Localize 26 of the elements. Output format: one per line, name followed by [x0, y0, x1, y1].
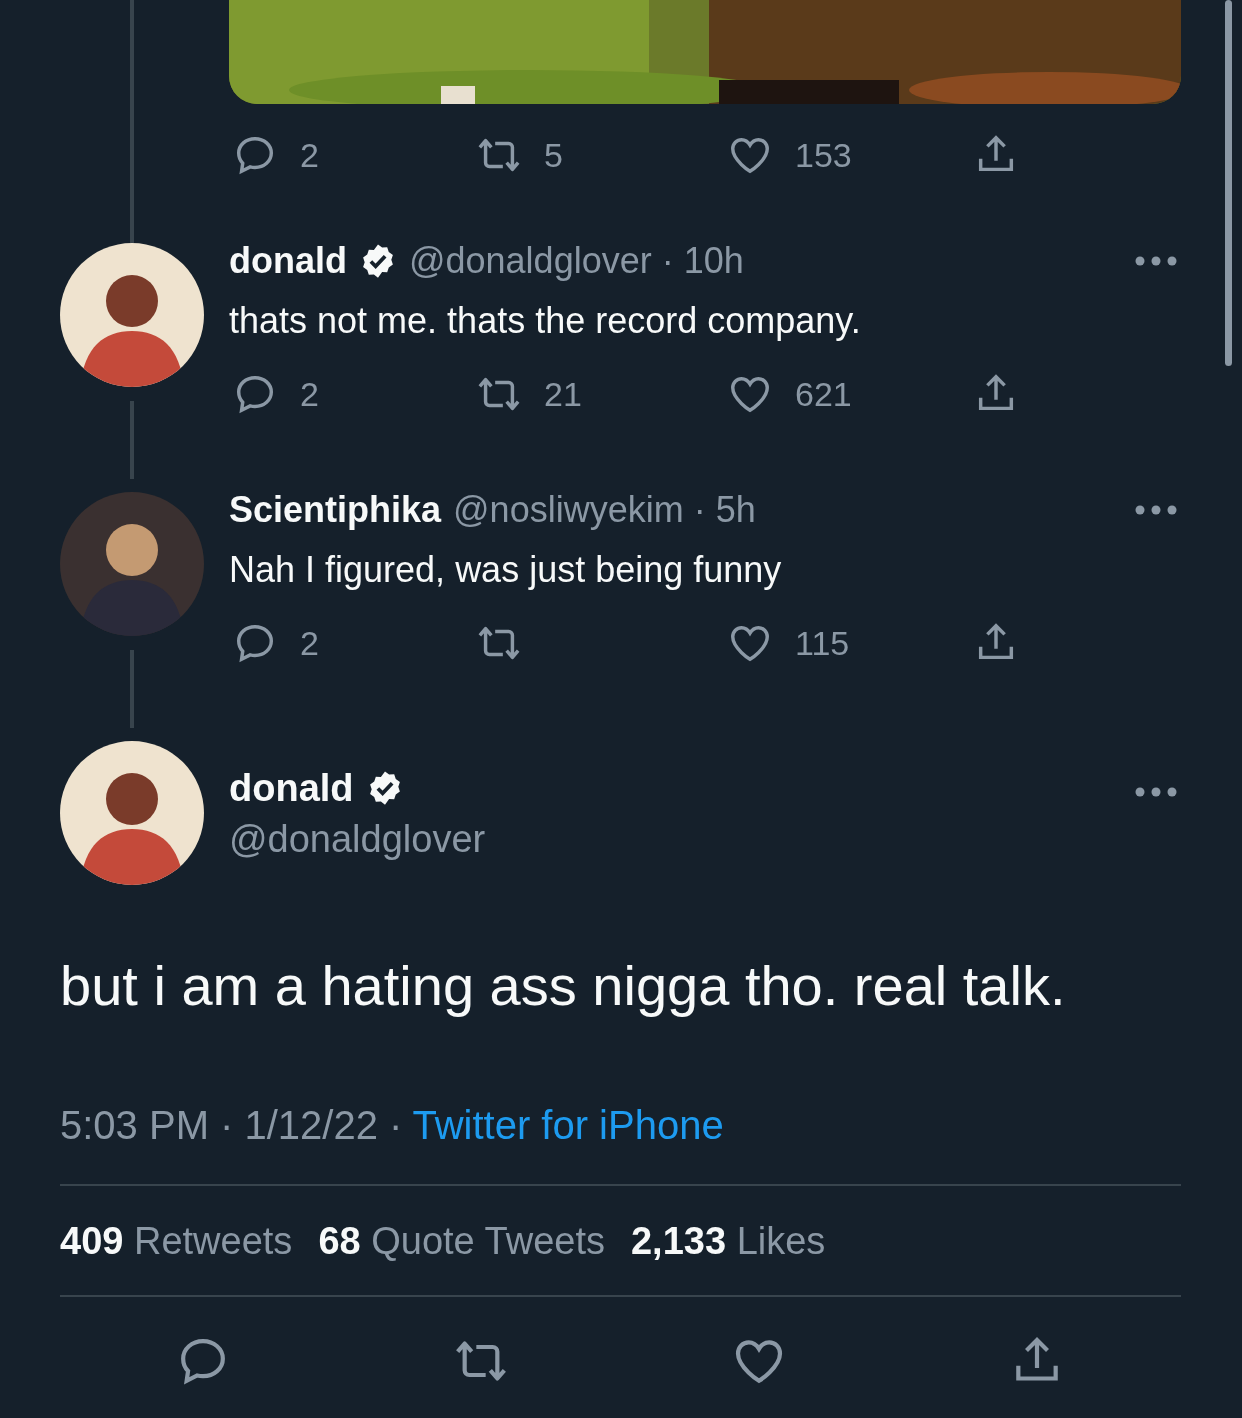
stat-count[interactable]: 2,133 Likes: [631, 1216, 826, 1266]
more-icon[interactable]: [1135, 787, 1177, 797]
reply-count: 2: [300, 623, 319, 663]
tweet-text: thats not me. thats the record company.: [229, 299, 862, 343]
source-link[interactable]: Twitter for iPhone: [412, 1100, 724, 1150]
user-name[interactable]: donald: [229, 240, 347, 282]
reply-count: 2: [300, 374, 319, 414]
retweet-count: 5: [544, 135, 563, 175]
like-count: 153: [795, 135, 852, 175]
scroll-bar[interactable]: [1225, 0, 1232, 366]
handle-and-time: @donaldglover · 10h: [409, 240, 744, 282]
user-handle: @donaldglover: [229, 817, 486, 862]
handle-and-time: @nosliwyekim · 5h: [453, 489, 756, 531]
more-icon[interactable]: [1135, 505, 1177, 515]
like-count: 115: [795, 623, 850, 663]
tweet-timestamp: 5:03 PM · 1/12/22 ·: [60, 1102, 403, 1149]
user-name[interactable]: donald: [229, 766, 354, 810]
stat-count[interactable]: 68 Quote Tweets: [318, 1216, 605, 1266]
tweet-text: but i am a hating ass nigga tho. real talk.: [60, 953, 1067, 1019]
like-count: 621: [795, 374, 852, 414]
retweet-count: 21: [544, 374, 582, 414]
stat-count[interactable]: 409 Retweets: [60, 1216, 293, 1266]
reply-count: 2: [300, 135, 319, 175]
tweet-text: Nah I figured, was just being funny: [229, 548, 783, 592]
user-name[interactable]: Scientiphika: [229, 489, 442, 531]
more-icon[interactable]: [1135, 256, 1177, 266]
